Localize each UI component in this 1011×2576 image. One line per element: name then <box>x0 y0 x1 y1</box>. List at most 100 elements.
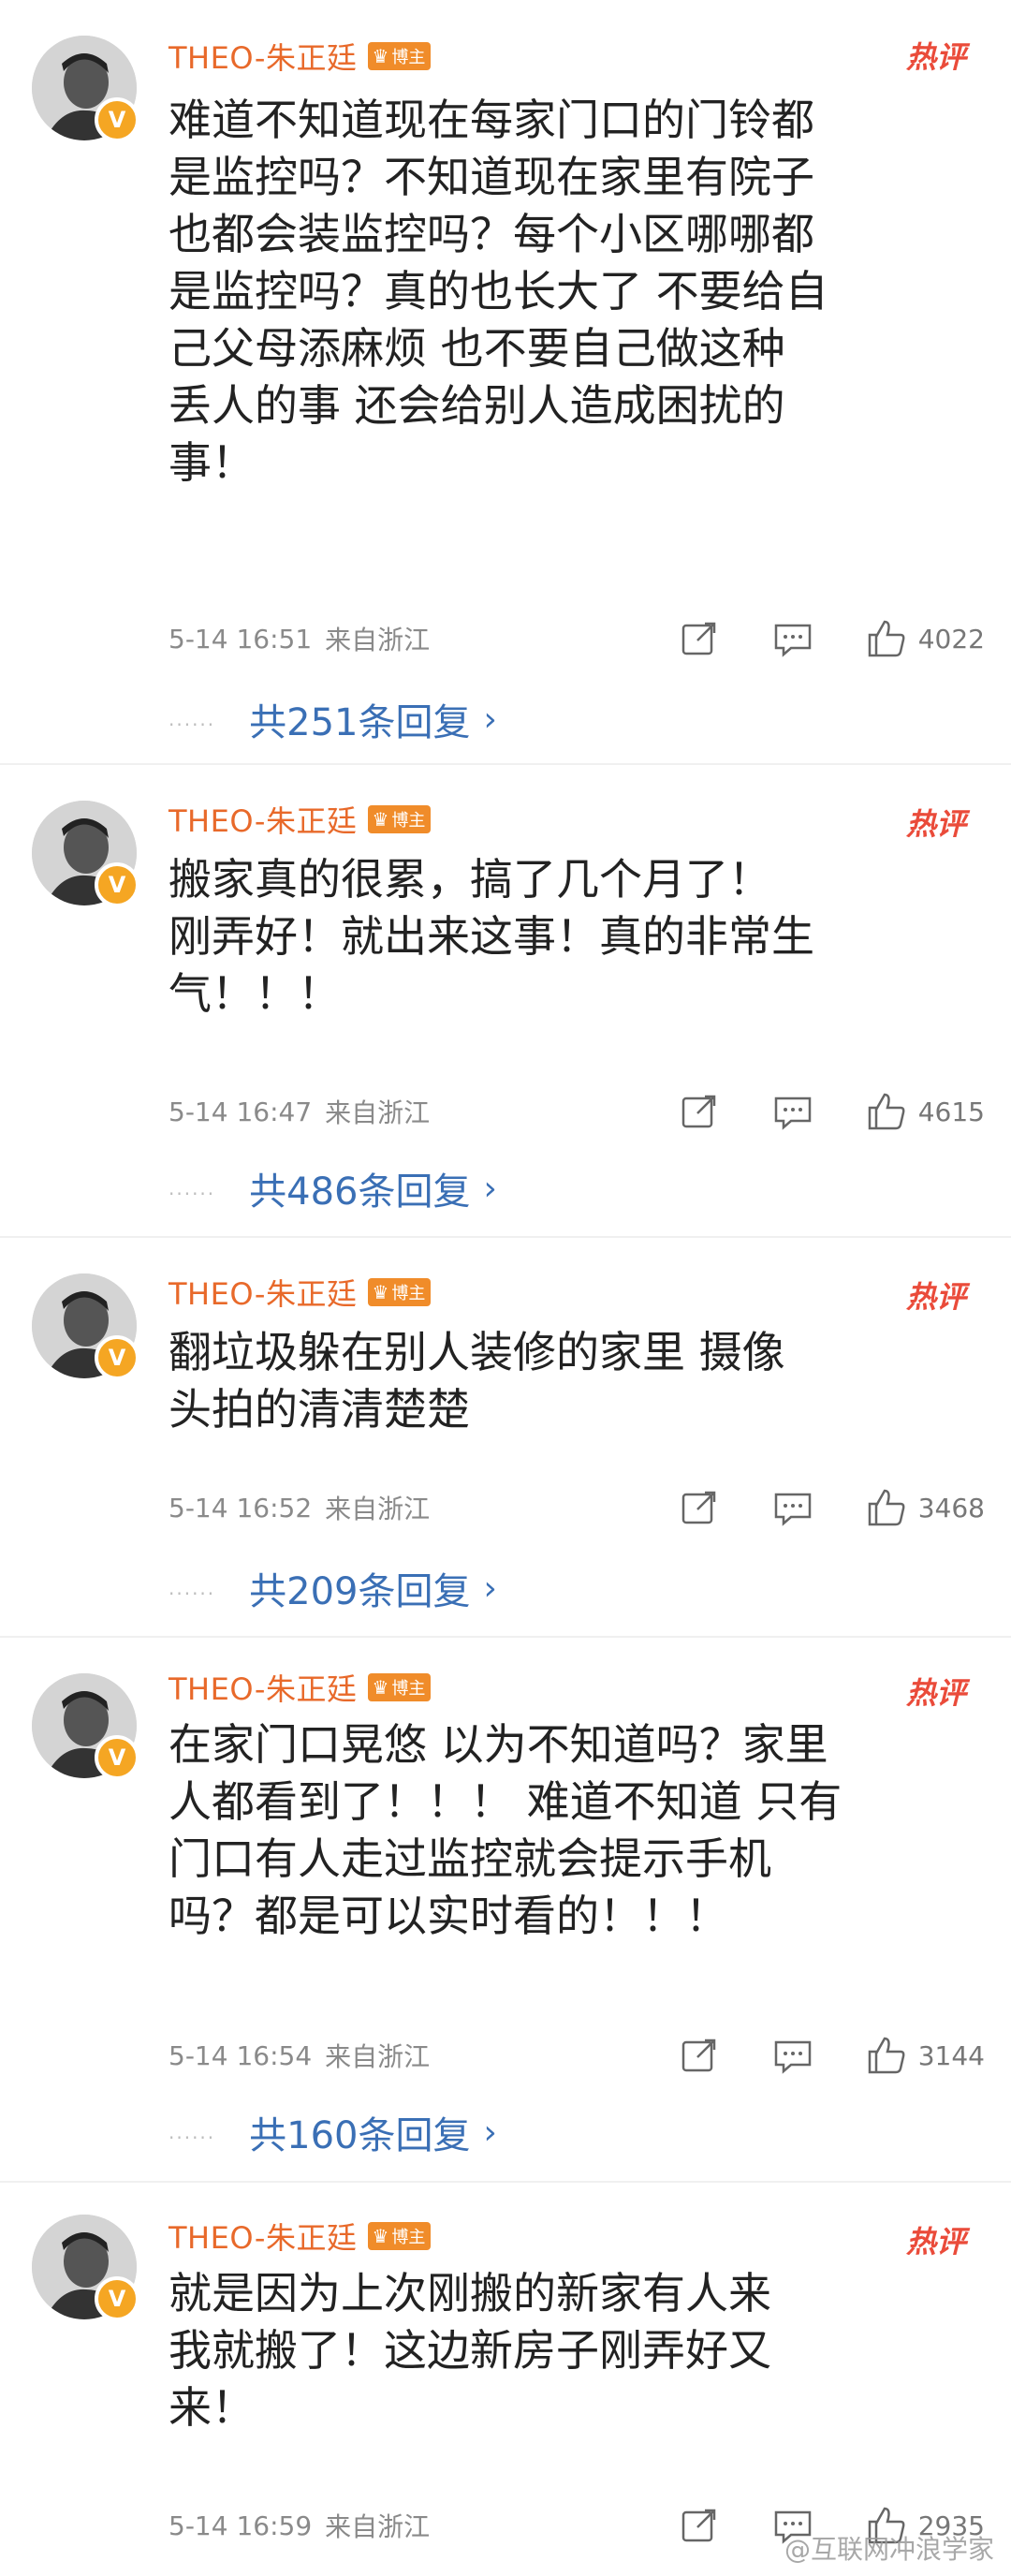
comment-meta: 5-14 16:47 来自浙江 <box>168 1093 430 1130</box>
thumbs-up-icon <box>868 1093 905 1130</box>
username[interactable]: THEO-朱正廷 <box>168 1271 357 1314</box>
share-icon <box>681 1095 715 1128</box>
reply-row[interactable]: ...... 共160条回复 › <box>168 2106 497 2158</box>
comment-location: 来自浙江 <box>325 2041 431 2072</box>
blogger-badge: ♛ 博主 <box>368 805 432 833</box>
user-row: THEO-朱正廷 ♛ 博主 <box>168 1664 432 1711</box>
crown-icon: ♛ <box>372 1676 389 1699</box>
blogger-badge: ♛ 博主 <box>368 1673 432 1701</box>
share-icon <box>681 2039 715 2072</box>
verified-icon: V <box>95 97 139 142</box>
share-icon <box>681 2509 715 2542</box>
chevron-right-icon: › <box>483 1568 497 1608</box>
comment-location: 来自浙江 <box>325 625 431 655</box>
comment-text: 搬家真的很累，搞了几个月了！ 刚弄好！就出来这事！真的非常生 气！！！ <box>168 854 814 1019</box>
badge-label: 博主 <box>391 1284 426 1303</box>
comment-time: 5-14 16:52 <box>168 1492 313 1524</box>
thumbs-up-icon <box>868 2037 905 2074</box>
hot-comment-tag: 热评 <box>905 39 966 75</box>
comment-time: 5-14 16:47 <box>168 1096 313 1127</box>
comment-text: 在家门口晃悠 以为不知道吗？家里 人都看到了！！！ 难道不知道 只有 门口有人走… <box>168 1719 842 1941</box>
comment-time: 5-14 16:54 <box>168 2039 313 2071</box>
crown-icon: ♛ <box>372 1281 389 1303</box>
comment-text: 难道不知道现在每家门口的门铃都 是监控吗？不知道现在家里有院子 也都会装监控吗？… <box>168 95 828 488</box>
comment-actions: 4022 <box>626 616 985 661</box>
view-replies-link[interactable]: 共160条回复 <box>249 2105 470 2159</box>
username[interactable]: THEO-朱正廷 <box>168 1666 357 1709</box>
badge-label: 博主 <box>391 1679 426 1699</box>
blogger-badge: ♛ 博主 <box>368 42 432 70</box>
like-count: 3468 <box>917 1492 985 1524</box>
crown-icon: ♛ <box>372 45 389 67</box>
comment-meta: 5-14 16:54 来自浙江 <box>168 2037 430 2074</box>
comment-2: V THEO-朱正廷 ♛ 博主 热评 搬家真的很累，搞了几个月了！ 刚弄好！就出来… <box>0 765 1011 1236</box>
thumbs-up-icon <box>868 620 905 657</box>
user-row: THEO-朱正廷 ♛ 博主 <box>168 2213 432 2260</box>
user-row: THEO-朱正廷 ♛ 博主 <box>168 1269 432 1316</box>
verified-icon: V <box>95 2276 139 2321</box>
crown-icon: ♛ <box>372 808 389 831</box>
comment-location: 来自浙江 <box>325 1494 431 1524</box>
share-button[interactable] <box>679 2035 720 2076</box>
like-count: 4022 <box>917 623 985 655</box>
comment-location: 来自浙江 <box>325 1097 431 1128</box>
like-button[interactable]: 3468 <box>866 1487 985 1528</box>
verified-icon: V <box>95 862 139 907</box>
comment-icon <box>774 624 811 657</box>
comment-actions: 3144 <box>626 2033 985 2078</box>
comment-icon <box>774 1493 811 1526</box>
comment-text: 就是因为上次刚搬的新家有人来 我就搬了！这边新房子刚弄好又 来！ <box>168 2268 771 2433</box>
comment-time: 5-14 16:59 <box>168 2510 313 2541</box>
blogger-badge: ♛ 博主 <box>368 2222 432 2250</box>
share-button[interactable] <box>679 1091 720 1132</box>
comment-button[interactable] <box>772 2035 813 2076</box>
crown-icon: ♛ <box>372 2225 389 2247</box>
blogger-badge: ♛ 博主 <box>368 1278 432 1306</box>
watermark: @互联网冲浪学家 <box>784 2534 994 2565</box>
verified-icon: V <box>95 1735 139 1780</box>
comment-icon <box>774 1097 811 1130</box>
like-button[interactable]: 3144 <box>866 2035 985 2076</box>
comment-location: 来自浙江 <box>325 2511 431 2542</box>
comment-button[interactable] <box>772 618 813 659</box>
view-replies-link[interactable]: 共251条回复 <box>249 692 470 746</box>
username[interactable]: THEO-朱正廷 <box>168 2215 357 2258</box>
reply-row[interactable]: ...... 共209条回复 › <box>168 1562 497 1614</box>
share-icon <box>681 1491 715 1524</box>
share-icon <box>681 622 715 655</box>
hot-comment-tag: 热评 <box>905 2224 966 2260</box>
chevron-right-icon: › <box>483 2112 497 2152</box>
view-replies-link[interactable]: 共486条回复 <box>249 1161 470 1215</box>
reply-row[interactable]: ...... 共486条回复 › <box>168 1162 497 1214</box>
comment-icon <box>774 2040 811 2074</box>
share-button[interactable] <box>679 1487 720 1528</box>
view-replies-link[interactable]: 共209条回复 <box>249 1561 470 1615</box>
comment-meta: 5-14 16:51 来自浙江 <box>168 620 430 657</box>
comment-actions: 3468 <box>626 1485 985 1530</box>
like-button[interactable]: 4022 <box>866 618 985 659</box>
like-button[interactable]: 4615 <box>866 1091 985 1132</box>
hot-comment-tag: 热评 <box>905 806 966 842</box>
reply-dots: ...... <box>168 1177 216 1200</box>
reply-dots: ...... <box>168 2121 216 2143</box>
comment-button[interactable] <box>772 1487 813 1528</box>
comment-button[interactable] <box>772 1091 813 1132</box>
badge-label: 博主 <box>391 48 426 67</box>
reply-dots: ...... <box>168 1577 216 1599</box>
chevron-right-icon: › <box>483 699 497 739</box>
user-row: THEO-朱正廷 ♛ 博主 <box>168 796 432 843</box>
reply-dots: ...... <box>168 708 216 730</box>
username[interactable]: THEO-朱正廷 <box>168 798 357 841</box>
user-row: THEO-朱正廷 ♛ 博主 <box>168 33 432 80</box>
comment-actions: 4615 <box>626 1089 985 1134</box>
username[interactable]: THEO-朱正廷 <box>168 35 357 78</box>
share-button[interactable] <box>679 2505 720 2546</box>
hot-comment-tag: 热评 <box>905 1279 966 1315</box>
badge-label: 博主 <box>391 811 426 831</box>
verified-icon: V <box>95 1335 139 1380</box>
share-button[interactable] <box>679 618 720 659</box>
reply-row[interactable]: ...... 共251条回复 › <box>168 693 497 745</box>
chevron-right-icon: › <box>483 1169 497 1208</box>
comment-4: V THEO-朱正廷 ♛ 博主 热评 在家门口晃悠 以为不知道吗？家里 人都看到了… <box>0 1638 1011 2181</box>
thumbs-up-icon <box>868 1489 905 1526</box>
